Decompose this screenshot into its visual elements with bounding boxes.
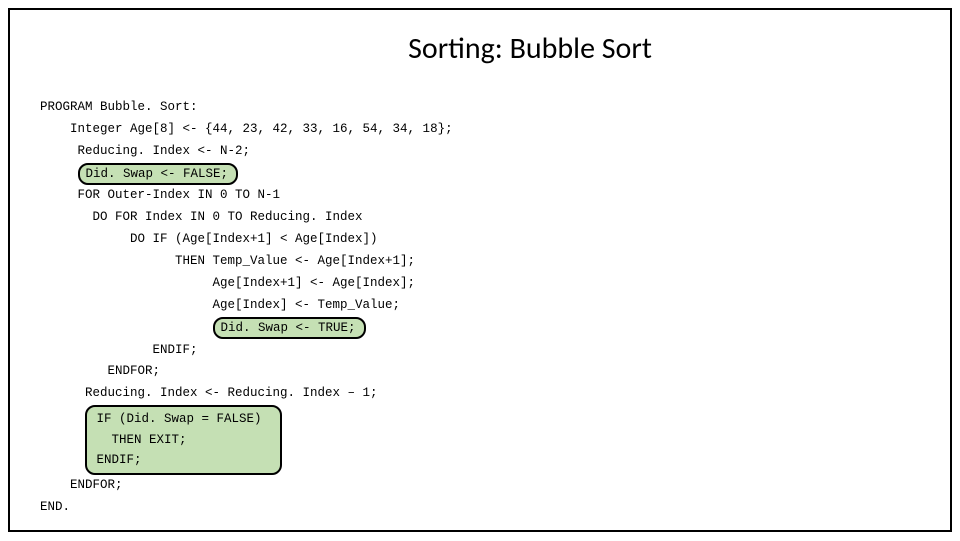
- code-line: DO FOR Index IN 0 TO Reducing. Index: [40, 210, 363, 224]
- code-line: Did. Swap <- FALSE;: [40, 167, 238, 181]
- slide-frame: Sorting: Bubble Sort PROGRAM Bubble. Sor…: [8, 8, 952, 532]
- highlight-if-exit: IF (Did. Swap = FALSE) THEN EXIT; ENDIF;: [85, 405, 282, 475]
- code-line: Reducing. Index <- N-2;: [40, 144, 250, 158]
- code-line: FOR Outer-Index IN 0 TO N-1: [40, 188, 280, 202]
- code-line: THEN Temp_Value <- Age[Index+1];: [40, 254, 415, 268]
- highlight-if-line: IF (Did. Swap = FALSE): [89, 412, 262, 426]
- code-line: Reducing. Index <- Reducing. Index – 1;: [40, 386, 378, 400]
- pseudocode-block: PROGRAM Bubble. Sort: Integer Age[8] <- …: [40, 75, 920, 541]
- highlight-didswap-true: Did. Swap <- TRUE;: [213, 317, 366, 339]
- code-line: ENDFOR;: [40, 364, 160, 378]
- highlight-then-line: THEN EXIT;: [89, 433, 187, 447]
- code-line: Did. Swap <- TRUE;: [40, 321, 366, 335]
- code-line: PROGRAM Bubble. Sort:: [40, 100, 198, 114]
- code-line: ENDIF;: [40, 343, 198, 357]
- code-line: DO IF (Age[Index+1] < Age[Index]): [40, 232, 378, 246]
- code-line: Age[Index] <- Temp_Value;: [40, 298, 400, 312]
- code-line: ENDFOR;: [40, 478, 123, 492]
- code-line: Integer Age[8] <- {44, 23, 42, 33, 16, 5…: [40, 122, 453, 136]
- highlight-didswap-false: Did. Swap <- FALSE;: [78, 163, 239, 185]
- code-line: END.: [40, 500, 70, 514]
- code-line: Age[Index+1] <- Age[Index];: [40, 276, 415, 290]
- highlight-endif-line: ENDIF;: [89, 453, 142, 467]
- code-line: IF (Did. Swap = FALSE) THEN EXIT; ENDIF;: [40, 408, 282, 422]
- slide-title: Sorting: Bubble Sort: [140, 30, 920, 67]
